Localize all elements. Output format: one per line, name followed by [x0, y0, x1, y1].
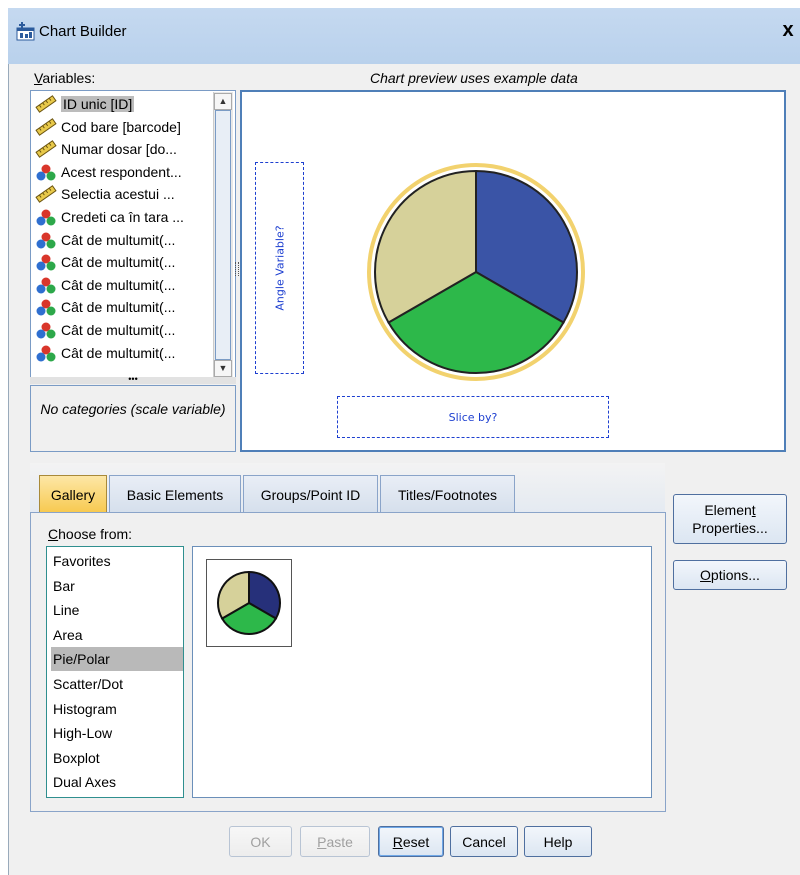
variable-list-item[interactable]: Selectia acestui ...: [35, 183, 175, 205]
tab-groups-point-id[interactable]: Groups/Point ID: [243, 475, 378, 513]
nominal-balls-icon: [35, 253, 57, 271]
variable-label: Cât de multumit(...: [61, 299, 176, 316]
splitter-handle[interactable]: •••: [30, 375, 236, 384]
element-properties-text: Elemen: [704, 502, 752, 518]
variable-list-item[interactable]: ID unic [ID]: [35, 93, 135, 115]
tab-gallery[interactable]: Gallery: [39, 475, 107, 513]
variable-list-item[interactable]: Cât de multumit(...: [35, 229, 175, 251]
variable-label: Cât de multumit(...: [61, 322, 176, 338]
variable-list[interactable]: ID unic [ID] Cod bare [barcode] Numar dosa…: [30, 90, 236, 380]
variable-label: Cod bare [barcode]: [61, 118, 181, 135]
nominal-balls-icon: [35, 321, 57, 339]
chart-type-item[interactable]: Scatter/Dot: [51, 672, 183, 696]
nominal-balls-icon: [35, 163, 57, 181]
chart-type-item[interactable]: Dual Axes: [51, 770, 183, 794]
options-button[interactable]: Options...: [673, 560, 787, 590]
paste-hotkey: P: [317, 833, 327, 850]
help-button[interactable]: Help: [524, 826, 592, 857]
nominal-balls-icon: [35, 276, 57, 294]
choose-from-label: Choose from:: [48, 526, 132, 542]
chart-type-item[interactable]: High-Low: [51, 721, 183, 745]
pie-thumbnail-icon: [217, 570, 281, 636]
splitter-grip-icon[interactable]: [235, 262, 239, 276]
close-icon[interactable]: x: [776, 18, 800, 42]
chart-type-item[interactable]: Pie/Polar: [51, 647, 183, 672]
chart-type-item[interactable]: Line: [51, 598, 183, 622]
scale-ruler-icon: [35, 185, 57, 204]
choose-from-rest: hoose from:: [58, 526, 133, 542]
tab-titles-footnotes[interactable]: Titles/Footnotes: [380, 475, 515, 513]
reset-button[interactable]: Reset: [378, 826, 444, 857]
nominal-balls-icon: [35, 208, 57, 226]
variables-label-rest: ariables:: [42, 70, 96, 86]
nominal-balls-icon: [35, 298, 57, 316]
chart-type-list[interactable]: Favorites Bar Line Area Pie/Polar Scatter/Dot…: [46, 546, 184, 798]
pie-chart-thumbnail[interactable]: [206, 559, 292, 647]
chart-type-item[interactable]: Histogram: [51, 697, 183, 721]
chart-type-item[interactable]: Favorites: [51, 549, 183, 573]
variable-label: Acest respondent...: [61, 163, 182, 180]
variables-label: Variables:: [34, 70, 95, 86]
variable-list-item[interactable]: Cât de multumit(...: [35, 296, 175, 318]
scale-ruler-icon: [35, 117, 57, 136]
variable-label: Cât de multumit(...: [61, 276, 176, 293]
chart-type-item[interactable]: Area: [51, 623, 183, 647]
element-properties-button[interactable]: Element Properties...: [673, 494, 787, 544]
element-properties-hotkey: t: [751, 502, 756, 518]
scale-ruler-icon: [35, 95, 57, 113]
nominal-balls-icon: [35, 344, 57, 362]
window-title: Chart Builder: [39, 23, 127, 40]
reset-rest: eset: [402, 833, 430, 850]
title-bar[interactable]: [8, 8, 800, 64]
angle-variable-drop-zone[interactable]: Angle Variable?: [255, 162, 304, 374]
variable-list-item[interactable]: Cât de multumit(...: [35, 274, 175, 296]
element-properties-line2: Properties...: [692, 520, 768, 536]
variable-list-item[interactable]: Cât de multumit(...: [35, 251, 175, 273]
variable-list-item[interactable]: Numar dosar [do...: [35, 138, 177, 160]
pie-chart-preview: [367, 163, 585, 381]
scroll-up-icon[interactable]: ▲: [214, 93, 232, 110]
chart-type-item[interactable]: Bar: [51, 574, 183, 598]
nominal-balls-icon: [35, 231, 57, 249]
scrollbar-thumb[interactable]: [215, 110, 231, 360]
ok-button[interactable]: OK: [229, 826, 292, 857]
paste-button[interactable]: Paste: [300, 826, 370, 857]
category-info-box: No categories (scale variable): [30, 385, 236, 452]
element-properties-line1: Element: [704, 501, 755, 519]
slice-by-drop-zone[interactable]: Slice by?: [337, 396, 609, 438]
variable-list-item[interactable]: Acest respondent...: [35, 161, 182, 183]
variable-label: Cât de multumit(...: [61, 254, 176, 271]
choose-from-hotkey: C: [48, 526, 59, 542]
chart-type-item[interactable]: Boxplot: [51, 746, 183, 770]
options-hotkey: O: [700, 567, 711, 583]
variable-list-item[interactable]: Cod bare [barcode]: [35, 116, 181, 138]
scroll-down-icon[interactable]: ▼: [214, 360, 232, 377]
variable-list-item[interactable]: Credeti ca în tara ...: [35, 206, 184, 228]
variable-label: Credeti ca în tara ...: [61, 209, 184, 225]
chart-builder-app-icon: [16, 22, 35, 41]
options-rest: ptions...: [710, 567, 760, 583]
tab-basic-elements[interactable]: Basic Elements: [109, 475, 241, 513]
angle-variable-label: Angle Variable?: [273, 225, 286, 311]
cancel-button[interactable]: Cancel: [450, 826, 518, 857]
variable-label: Cât de multumit(...: [61, 344, 176, 361]
slice-by-label: Slice by?: [448, 410, 498, 424]
variable-label: Numar dosar [do...: [61, 141, 177, 158]
variable-label: Selectia acestui ...: [61, 186, 175, 203]
reset-hotkey: R: [392, 833, 403, 850]
preview-caption: Chart preview uses example data: [370, 70, 578, 86]
variable-list-item[interactable]: Cât de multumit(...: [35, 319, 175, 341]
scale-ruler-icon: [35, 140, 57, 159]
variable-list-item[interactable]: Cât de multumit(...: [35, 342, 175, 364]
variable-label: Cât de multumit(...: [61, 231, 176, 248]
paste-rest: aste: [326, 833, 353, 850]
variable-label: ID unic [ID]: [61, 96, 135, 112]
